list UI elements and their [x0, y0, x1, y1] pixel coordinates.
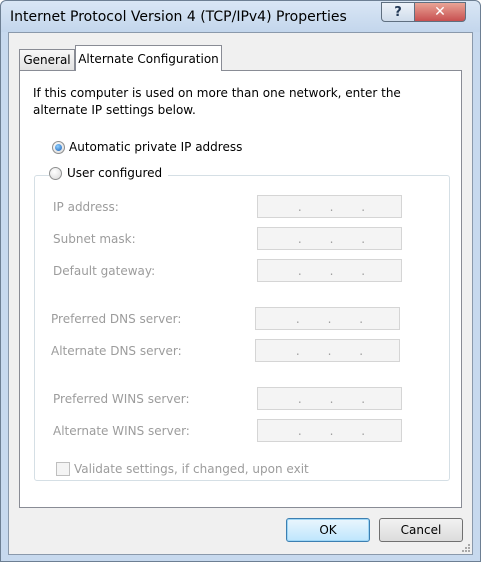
ip-dot: . — [327, 311, 332, 326]
close-button[interactable]: ✕ — [414, 2, 466, 22]
alternate-dns-field[interactable]: ... — [255, 339, 400, 362]
default-gateway-label: Default gateway: — [53, 264, 156, 278]
help-button[interactable]: ? — [381, 2, 415, 22]
ip-dot: . — [297, 263, 302, 278]
alternate-dns-label: Alternate DNS server: — [51, 344, 182, 358]
subnet-mask-field[interactable]: ... — [257, 227, 402, 250]
default-gateway-field[interactable]: ... — [257, 259, 402, 282]
ip-dot: . — [297, 199, 302, 214]
ip-dot: . — [327, 343, 332, 358]
alternate-wins-label: Alternate WINS server: — [53, 424, 190, 438]
validate-settings-label: Validate settings, if changed, upon exit — [74, 462, 309, 476]
preferred-dns-label: Preferred DNS server: — [51, 312, 182, 326]
preferred-wins-field[interactable]: ... — [257, 387, 402, 410]
ip-dot: . — [329, 263, 334, 278]
ip-dot: . — [297, 391, 302, 406]
preferred-dns-field[interactable]: ... — [255, 307, 400, 330]
ip-dot: . — [297, 423, 302, 438]
ip-dot: . — [361, 231, 366, 246]
ip-dot: . — [329, 231, 334, 246]
automatic-private-ip-radio[interactable] — [52, 141, 65, 154]
resize-grip-icon[interactable] — [460, 542, 470, 552]
ip-dot: . — [361, 391, 366, 406]
preferred-wins-label: Preferred WINS server: — [53, 392, 190, 406]
dialog-window: Internet Protocol Version 4 (TCP/IPv4) P… — [0, 0, 481, 562]
validate-settings-checkbox[interactable] — [56, 462, 70, 476]
ip-dot: . — [329, 423, 334, 438]
ip-dot: . — [361, 263, 366, 278]
ip-dot: . — [329, 391, 334, 406]
user-configured-label[interactable]: User configured — [67, 166, 162, 180]
cancel-button[interactable]: Cancel — [379, 518, 463, 542]
ip-dot: . — [361, 423, 366, 438]
user-configured-radio[interactable] — [49, 166, 62, 180]
automatic-private-ip-label[interactable]: Automatic private IP address — [69, 140, 242, 154]
window-title: Internet Protocol Version 4 (TCP/IPv4) P… — [10, 9, 347, 25]
ip-dot: . — [297, 231, 302, 246]
ip-dot: . — [361, 199, 366, 214]
ip-address-label: IP address: — [53, 200, 119, 214]
title-bar[interactable]: Internet Protocol Version 4 (TCP/IPv4) P… — [1, 1, 480, 32]
close-icon: ✕ — [434, 4, 446, 20]
ip-dot: . — [329, 199, 334, 214]
ip-dot: . — [295, 311, 300, 326]
ip-address-field[interactable]: ... — [257, 195, 402, 218]
alternate-wins-field[interactable]: ... — [257, 419, 402, 442]
tab-alternate-configuration[interactable]: Alternate Configuration — [75, 45, 222, 71]
ip-dot: . — [295, 343, 300, 358]
dialog-client-area: General Alternate Configuration If this … — [8, 32, 473, 555]
subnet-mask-label: Subnet mask: — [53, 232, 136, 246]
help-icon: ? — [394, 4, 402, 20]
ip-dot: . — [359, 343, 364, 358]
ip-dot: . — [359, 311, 364, 326]
user-configured-legend: User configured — [49, 166, 169, 180]
ok-button[interactable]: OK — [286, 518, 370, 542]
description-text: If this computer is used on more than on… — [33, 86, 401, 117]
tab-general[interactable]: General — [19, 49, 75, 70]
